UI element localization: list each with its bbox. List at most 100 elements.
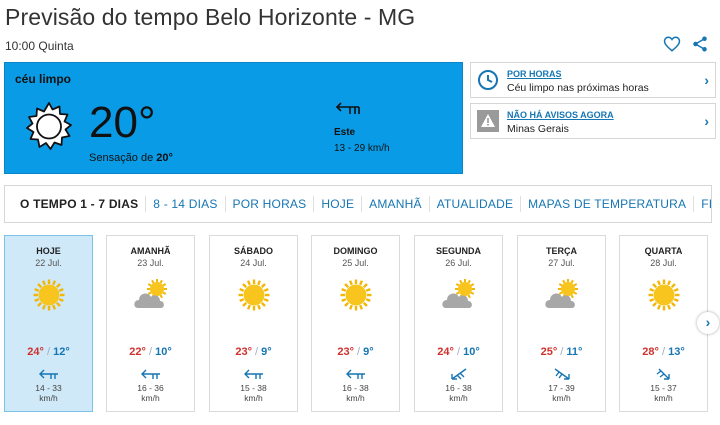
partly-cloudy-icon [442,279,475,308]
day-name: SEGUNDA [435,246,481,256]
day-name: TERÇA [546,246,577,256]
temperature-separator: / [251,346,262,358]
tab-14-days[interactable]: 8 - 14 DIAS [146,196,226,212]
forecast-tabs: O TEMPO 1 - 7 DIAS 8 - 14 DIAS POR HORAS… [4,185,712,223]
day-card[interactable]: AMANHÃ 23 Jul. 22° / 10° 16 - 36 km/h [106,235,195,412]
partly-cloudy-icon [545,279,578,308]
min-temperature: 9° [261,346,272,358]
day-temperatures: 22° / 10° [107,346,194,358]
clock-icon [478,70,498,90]
wind-speed: 17 - 39 [548,383,575,393]
wind-direction: Este [334,127,356,138]
wind-speed: 14 - 33 [35,383,62,393]
day-temperatures: 24° / 10° [415,346,502,358]
partly-cloudy-icon [134,279,167,308]
day-card[interactable]: HOJE 22 Jul. 24° / 12° 14 - 33 km/h [4,235,93,412]
min-temperature: 10° [155,346,172,358]
heart-icon[interactable] [663,35,681,53]
sun-icon [33,279,65,311]
day-name: SÁBADO [233,246,273,256]
day-date: 24 Jul. [240,258,267,268]
feels-like: Sensação de 20° [89,152,173,164]
sun-icon [26,102,72,150]
tab-7-days[interactable]: O TEMPO 1 - 7 DIAS [5,196,147,212]
feels-like-value: 20° [156,152,173,164]
wind-unit: km/h [39,393,58,403]
hourly-card-text: Céu limpo nas próximas horas [507,82,649,94]
chevron-right-icon[interactable]: › [704,113,709,129]
tab-weekend[interactable]: FIM-DE [694,196,711,212]
wind-arrow-icon [244,369,263,379]
wind-unit: km/h [141,393,160,403]
max-temperature: 22° [129,346,146,358]
chevron-right-icon[interactable]: › [704,72,709,88]
min-temperature: 12° [53,346,70,358]
wind-unit: km/h [244,393,263,403]
max-temperature: 23° [235,346,252,358]
wind-unit: km/h [552,393,571,403]
tab-hourly[interactable]: POR HORAS [226,196,315,212]
day-temperatures: 23° / 9° [210,346,297,358]
current-condition: céu limpo [15,72,72,86]
day-name: AMANHÃ [130,246,171,256]
warning-icon [477,110,499,132]
day-date: 26 Jul. [445,258,472,268]
sun-icon [648,279,680,311]
day-card[interactable]: TERÇA 27 Jul. 25° / 11° 17 - 39 km/h [517,235,606,412]
tab-today[interactable]: HOJE [314,196,363,212]
temperature-separator: / [557,346,567,358]
wind-arrow-icon [451,368,467,380]
sun-icon [238,279,270,311]
max-temperature: 24° [27,346,44,358]
tab-tomorrow[interactable]: AMANHÃ [362,196,430,212]
wind-arrow-icon [335,102,360,114]
current-temperature: 20° [89,98,156,147]
warnings-card-text: Minas Gerais [507,123,569,135]
temperature-separator: / [145,346,156,358]
max-temperature: 28° [642,346,659,358]
wind-arrow-icon [39,369,58,379]
day-date: 25 Jul. [342,258,369,268]
day-card[interactable]: SÁBADO 24 Jul. 23° / 9° 15 - 38 km/h [209,235,298,412]
hourly-card-title[interactable]: POR HORAS [507,69,562,79]
wind-arrow-icon [141,369,160,379]
min-temperature: 11° [566,346,583,358]
day-temperatures: 25° / 11° [518,346,605,358]
tab-news[interactable]: ATUALIDADE [430,196,522,212]
day-name: DOMINGO [333,246,378,256]
share-icon[interactable] [691,35,709,53]
wind-unit: km/h [346,393,365,403]
wind-speed: 16 - 38 [445,383,472,393]
wind-unit: km/h [654,393,673,403]
sun-icon [340,279,372,311]
current-weather-panel[interactable]: céu limpo 20° Sensação de 20° Este 13 - … [4,62,463,174]
warnings-card-title[interactable]: NÃO HÁ AVISOS AGORA [507,110,614,120]
max-temperature: 25° [540,346,558,358]
temperature-separator: / [43,346,54,358]
wind-speed: 16 - 38 [342,383,369,393]
min-temperature: 9° [363,346,374,358]
day-temperatures: 28° / 13° [620,346,707,358]
day-temperatures: 23° / 9° [312,346,399,358]
day-card[interactable]: QUARTA 28 Jul. 28° / 13° 15 - 37 km/h [619,235,708,412]
min-temperature: 13° [668,346,685,358]
hourly-card[interactable]: POR HORAS Céu limpo nas próximas horas › [470,62,716,98]
day-card[interactable]: SEGUNDA 26 Jul. 24° / 10° 16 - 38 km/h [414,235,503,412]
wind-arrow-icon [346,369,365,379]
warnings-card[interactable]: NÃO HÁ AVISOS AGORA Minas Gerais › [470,103,716,139]
day-name: QUARTA [644,246,683,256]
day-temperatures: 24° / 12° [5,346,92,358]
wind-speed: 16 - 36 [137,383,164,393]
day-date: 22 Jul. [35,258,62,268]
day-date: 27 Jul. [548,258,575,268]
tab-temperature-maps[interactable]: MAPAS DE TEMPERATURA [521,196,695,212]
day-card[interactable]: DOMINGO 25 Jul. 23° / 9° 16 - 38 km/h [311,235,400,412]
next-days-button[interactable]: › [697,312,719,334]
wind-arrow-icon [554,368,570,380]
temperature-separator: / [658,346,669,358]
day-date: 28 Jul. [650,258,677,268]
wind-arrow-icon [656,368,670,380]
wind-speed: 15 - 37 [650,383,677,393]
day-date: 23 Jul. [137,258,164,268]
temperature-separator: / [453,346,464,358]
